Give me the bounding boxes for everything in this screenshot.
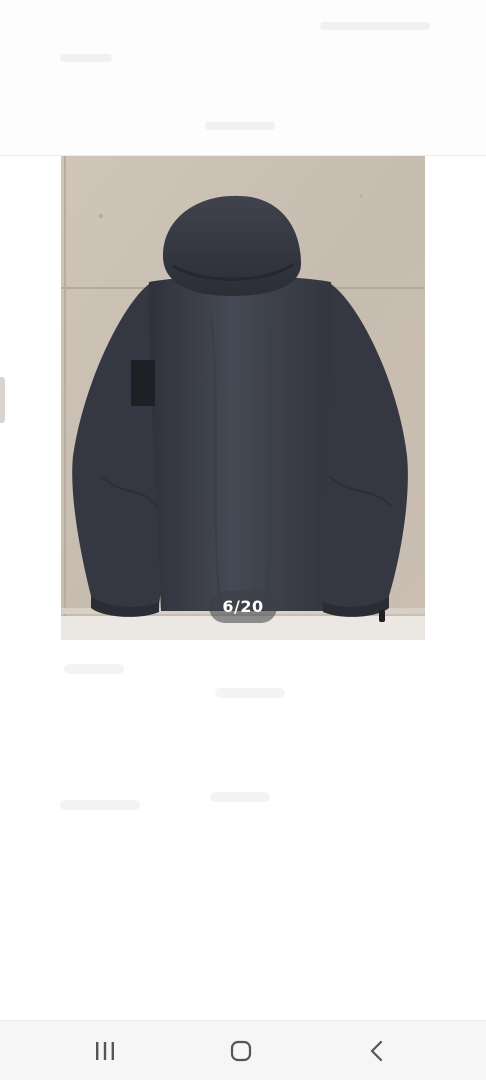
product-image-viewer[interactable] [61,156,425,640]
background-text [215,688,285,698]
background-text [64,664,124,674]
background-text [60,800,140,810]
home-button[interactable] [211,1031,271,1071]
home-icon [230,1040,252,1062]
jacket-back-photo [61,156,425,640]
recents-icon [96,1042,114,1060]
background-text [205,122,275,130]
background-text [210,792,270,802]
back-button[interactable] [347,1031,407,1071]
previous-image-peek[interactable] [0,377,5,423]
image-counter: 6/20 [209,591,277,623]
phone-screen: 6/20 [0,0,486,1080]
recents-button[interactable] [75,1031,135,1071]
background-text [60,54,112,62]
back-icon [370,1040,383,1062]
system-navigation-bar [0,1020,486,1080]
background-page-header [0,0,486,156]
background-text [320,22,430,30]
